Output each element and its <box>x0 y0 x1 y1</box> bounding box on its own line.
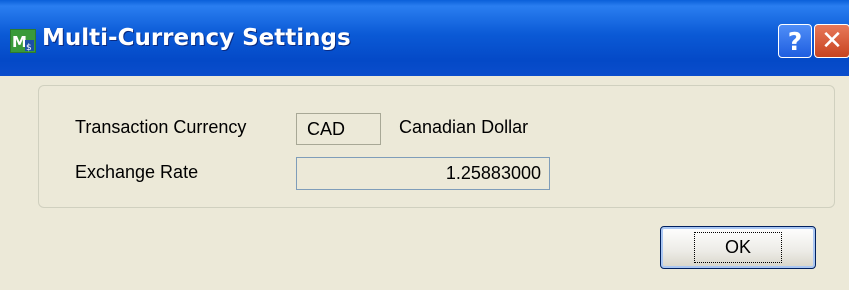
window-title: Multi-Currency Settings <box>42 25 351 51</box>
dialog-window: M $ Multi-Currency Settings ? ✕ Transact… <box>0 0 849 290</box>
ok-button-label: OK <box>693 232 782 263</box>
currency-code-field: CAD <box>296 113 381 145</box>
svg-text:$: $ <box>26 43 32 53</box>
currency-group-box: Transaction Currency CAD Canadian Dollar… <box>38 85 835 208</box>
transaction-currency-label: Transaction Currency <box>75 117 247 137</box>
app-logo-icon: M $ <box>10 29 36 53</box>
dialog-body: Transaction Currency CAD Canadian Dollar… <box>3 76 849 290</box>
help-button[interactable]: ? <box>778 24 812 58</box>
close-button[interactable]: ✕ <box>814 24 849 58</box>
ok-button[interactable]: OK <box>660 226 816 269</box>
exchange-rate-label: Exchange Rate <box>75 162 199 182</box>
exchange-rate-field[interactable]: 1.25883000 <box>296 157 550 190</box>
currency-name-text: Canadian Dollar <box>399 117 529 137</box>
svg-text:M: M <box>12 33 27 51</box>
title-bar[interactable]: M $ Multi-Currency Settings ? ✕ <box>0 0 849 76</box>
